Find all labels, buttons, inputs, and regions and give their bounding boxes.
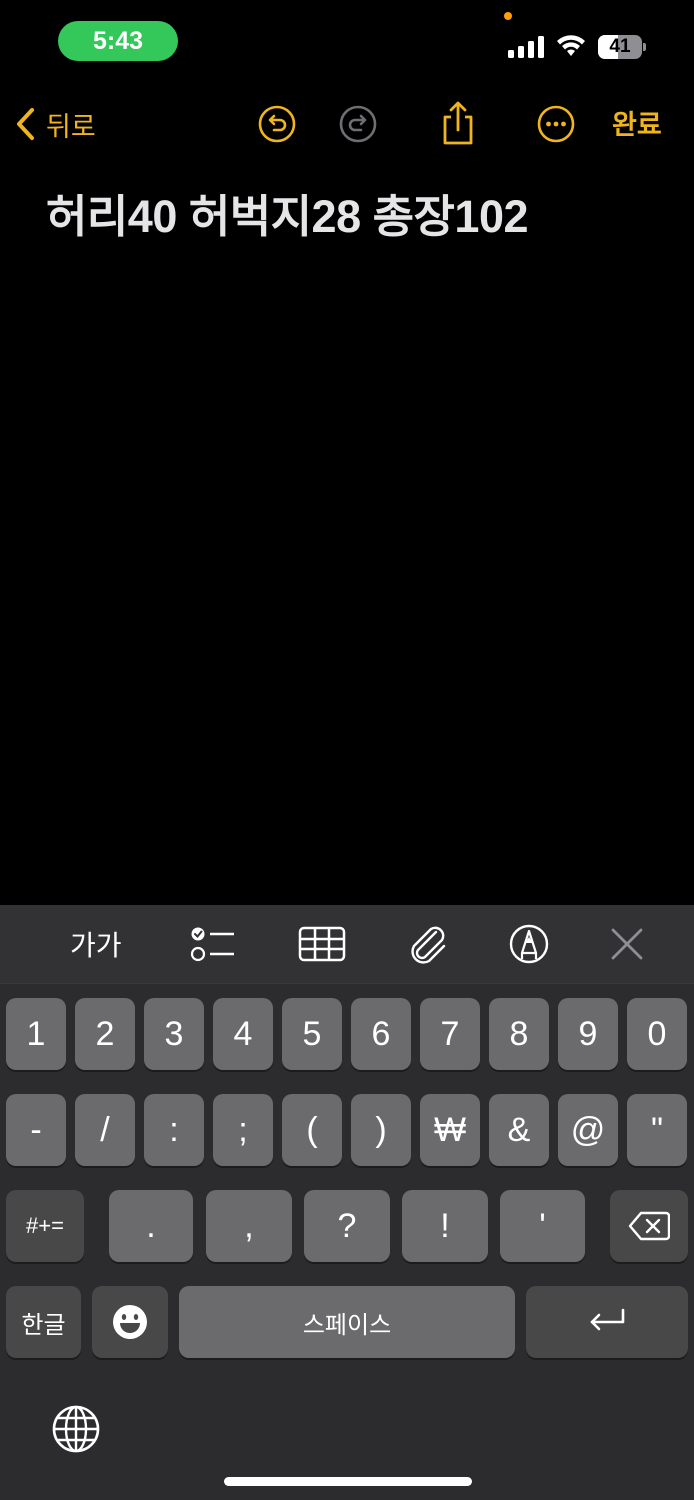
more-options-icon[interactable] bbox=[536, 104, 576, 144]
key-emoji[interactable] bbox=[92, 1286, 168, 1358]
key-language-hangul[interactable]: 한글 bbox=[6, 1286, 81, 1358]
key-period[interactable]: . bbox=[109, 1190, 193, 1262]
backspace-icon bbox=[628, 1211, 670, 1241]
key-4[interactable]: 4 bbox=[213, 998, 273, 1070]
home-indicator[interactable] bbox=[224, 1477, 472, 1486]
key-hyphen[interactable]: - bbox=[6, 1094, 66, 1166]
key-0[interactable]: 0 bbox=[627, 998, 687, 1070]
cellular-signal-icon bbox=[508, 36, 544, 58]
undo-icon[interactable] bbox=[257, 104, 297, 144]
privacy-indicator-dot bbox=[504, 12, 512, 20]
back-label: 뒤로 bbox=[46, 111, 96, 143]
key-2[interactable]: 2 bbox=[75, 998, 135, 1070]
key-7[interactable]: 7 bbox=[420, 998, 480, 1070]
key-3[interactable]: 3 bbox=[144, 998, 204, 1070]
battery-icon: 41 bbox=[598, 35, 648, 59]
status-time: 5:43 bbox=[58, 21, 178, 61]
key-open-paren[interactable]: ( bbox=[282, 1094, 342, 1166]
markup-pen-icon[interactable] bbox=[508, 924, 550, 964]
keyboard-toolbar: 가가 bbox=[0, 905, 694, 984]
key-quote[interactable]: " bbox=[627, 1094, 687, 1166]
key-at[interactable]: @ bbox=[558, 1094, 618, 1166]
key-return[interactable] bbox=[526, 1286, 688, 1358]
key-9[interactable]: 9 bbox=[558, 998, 618, 1070]
key-apostrophe[interactable]: ' bbox=[500, 1190, 585, 1262]
globe-icon[interactable] bbox=[52, 1405, 100, 1453]
done-button[interactable]: 완료 bbox=[612, 103, 662, 142]
return-icon bbox=[590, 1308, 625, 1331]
note-body-text[interactable]: 허리40 허벅지28 총장102 bbox=[46, 180, 529, 245]
wifi-icon bbox=[557, 35, 585, 56]
battery-level-text: 41 bbox=[609, 36, 631, 57]
key-semicolon[interactable]: ; bbox=[213, 1094, 273, 1166]
paperclip-icon[interactable] bbox=[406, 924, 450, 964]
key-colon[interactable]: : bbox=[144, 1094, 204, 1166]
key-won[interactable]: ₩ bbox=[420, 1094, 480, 1166]
key-1[interactable]: 1 bbox=[6, 998, 66, 1070]
key-close-paren[interactable]: ) bbox=[351, 1094, 411, 1166]
chevron-left-icon bbox=[17, 108, 34, 140]
redo-icon[interactable] bbox=[338, 104, 378, 144]
key-6[interactable]: 6 bbox=[351, 998, 411, 1070]
key-space[interactable]: 스페이스 bbox=[179, 1286, 515, 1358]
key-slash[interactable]: / bbox=[75, 1094, 135, 1166]
key-5[interactable]: 5 bbox=[282, 998, 342, 1070]
close-icon[interactable] bbox=[608, 924, 646, 964]
key-more-symbols[interactable]: #+= bbox=[6, 1190, 84, 1262]
table-icon[interactable] bbox=[298, 924, 346, 964]
key-question[interactable]: ? bbox=[304, 1190, 390, 1262]
key-backspace[interactable] bbox=[610, 1190, 688, 1262]
key-ampersand[interactable]: & bbox=[489, 1094, 549, 1166]
keyboard: 가가 1 2 3 4 5 6 7 8 9 0 - /: ; () ₩ & @… bbox=[0, 905, 694, 1500]
checklist-icon[interactable] bbox=[190, 924, 236, 964]
key-comma[interactable]: , bbox=[206, 1190, 292, 1262]
emoji-icon bbox=[113, 1305, 147, 1339]
key-8[interactable]: 8 bbox=[489, 998, 549, 1070]
key-exclamation[interactable]: ! bbox=[402, 1190, 488, 1262]
back-button[interactable]: 뒤로 bbox=[14, 104, 96, 144]
share-icon[interactable] bbox=[438, 100, 478, 146]
format-button[interactable]: 가가 bbox=[70, 924, 122, 964]
